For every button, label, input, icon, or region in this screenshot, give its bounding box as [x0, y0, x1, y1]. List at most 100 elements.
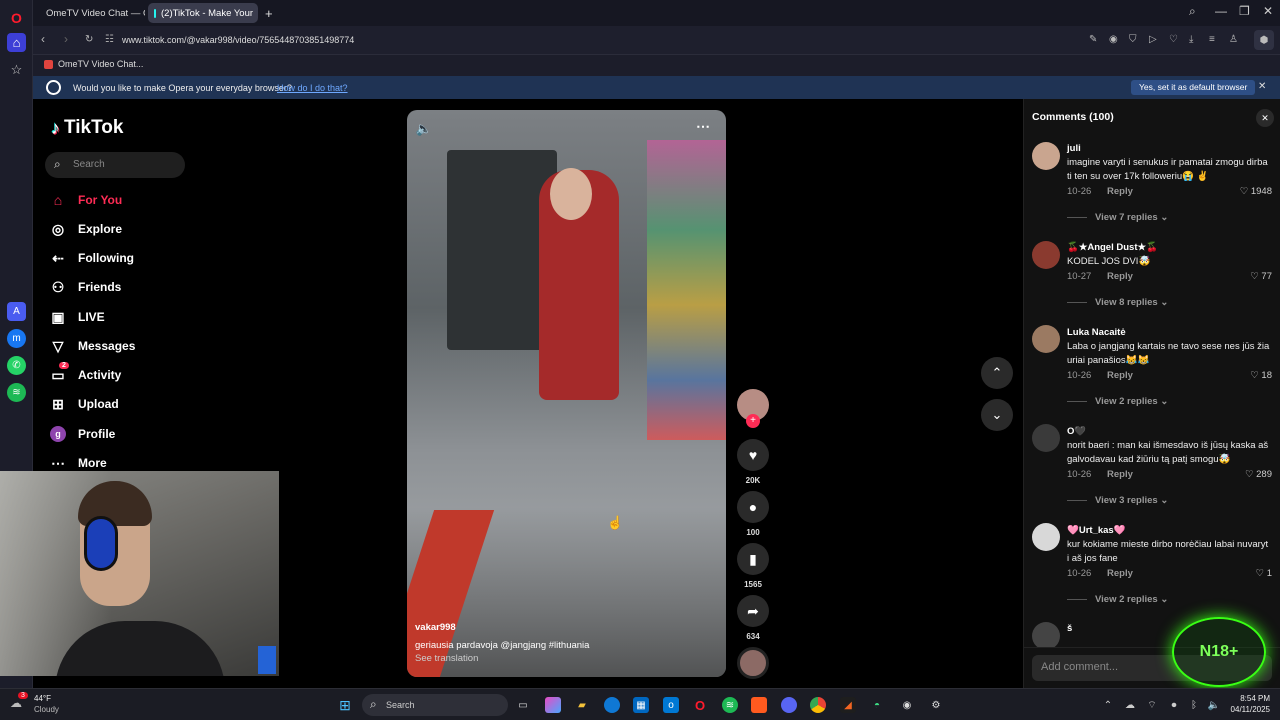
network-icon[interactable]: ☁	[1122, 697, 1138, 713]
shield-icon[interactable]: ⛉	[1129, 34, 1137, 45]
file-explorer-icon[interactable]: ▰	[574, 697, 590, 713]
bookmark-ometv[interactable]: OmeTV Video Chat...	[44, 59, 143, 69]
edit-icon[interactable]: ✎	[1089, 34, 1097, 45]
opera-taskbar-icon[interactable]: O	[692, 697, 708, 713]
search-input[interactable]: ⌕ Search	[45, 152, 185, 178]
play-icon[interactable]: ▷	[1149, 34, 1157, 45]
comment-author[interactable]: O🖤	[1067, 426, 1086, 437]
avatar[interactable]	[1032, 325, 1060, 353]
outlook-icon[interactable]: o	[663, 697, 679, 713]
bluetooth-icon[interactable]: ᛒ	[1186, 697, 1202, 713]
download-icon[interactable]: ⤓	[1189, 34, 1193, 45]
chrome-icon[interactable]	[810, 697, 826, 713]
clock-date[interactable]: 04/11/2025	[1222, 705, 1270, 714]
store-icon[interactable]: ▦	[633, 697, 649, 713]
clock-time[interactable]: 8:54 PM	[1222, 694, 1270, 703]
avatar[interactable]	[1032, 523, 1060, 551]
copilot-icon[interactable]	[545, 697, 561, 713]
heart-icon[interactable]: ♡	[1169, 34, 1178, 45]
app-circle-icon[interactable]: ◉	[899, 697, 915, 713]
task-view-icon[interactable]: ▭	[515, 697, 531, 713]
aria-icon[interactable]: A	[7, 302, 26, 321]
close-notice-icon[interactable]: ✕	[1258, 81, 1266, 92]
avatar[interactable]	[1032, 142, 1060, 170]
edge-icon[interactable]	[604, 697, 620, 713]
back-icon[interactable]: ‹	[41, 32, 45, 46]
volume-icon[interactable]: 🔈	[413, 118, 435, 140]
view-replies-button[interactable]: View 3 replies ⌄	[1067, 495, 1168, 506]
maximize-button[interactable]: ❐	[1239, 4, 1250, 18]
set-default-button[interactable]: Yes, set it as default browser	[1131, 80, 1256, 95]
share-button[interactable]: ➦	[737, 595, 769, 627]
android-icon[interactable]: ◓	[869, 697, 885, 713]
tab-tiktok[interactable]: (2)TikTok - Make Your	[148, 3, 258, 23]
see-translation-link[interactable]: See translation	[415, 653, 478, 664]
view-replies-button[interactable]: View 2 replies ⌄	[1067, 594, 1168, 605]
comment-like[interactable]: ♡ 289	[1245, 469, 1272, 480]
profile-icon[interactable]: ♙	[1229, 34, 1238, 45]
video-author[interactable]: vakar998	[415, 622, 456, 633]
reply-button[interactable]: Reply	[1107, 469, 1133, 480]
comment-author[interactable]: š	[1067, 623, 1072, 634]
comment-like[interactable]: ♡ 18	[1250, 370, 1272, 381]
camera-icon[interactable]: ◉	[1109, 34, 1118, 45]
nav-following[interactable]: ⇠ Following	[50, 247, 134, 269]
reply-button[interactable]: Reply	[1107, 186, 1133, 197]
windows-start-icon[interactable]: ⊞	[337, 697, 353, 713]
avatar[interactable]	[1032, 241, 1060, 269]
previous-video-button[interactable]: ⌃	[981, 357, 1013, 389]
comment-author[interactable]: juli	[1067, 143, 1081, 154]
messenger-icon[interactable]: m	[7, 329, 26, 348]
wifi-icon[interactable]: ⌔	[1144, 697, 1160, 713]
comment-like[interactable]: ♡ 1	[1256, 568, 1272, 579]
url-field[interactable]: www.tiktok.com/@vakar998/video/756544870…	[122, 35, 354, 45]
opera-logo-icon[interactable]: O	[7, 8, 26, 27]
next-video-button[interactable]: ⌄	[981, 399, 1013, 431]
view-replies-button[interactable]: View 7 replies ⌄	[1067, 212, 1168, 223]
opera-gx-icon[interactable]	[751, 697, 767, 713]
home-icon[interactable]: ⌂	[7, 33, 26, 52]
comment-author[interactable]: Luka Nacaitė	[1067, 327, 1126, 338]
spotify-taskbar-icon[interactable]: ≋	[722, 697, 738, 713]
like-button[interactable]: ♥	[737, 439, 769, 471]
nav-friends[interactable]: ⚇ Friends	[50, 276, 122, 298]
search-tabs-icon[interactable]: ⌕	[1189, 4, 1196, 19]
mic-icon[interactable]: ⏺	[1166, 697, 1182, 713]
settings-icon[interactable]: ⚙	[928, 697, 944, 713]
whatsapp-icon[interactable]: ✆	[7, 356, 26, 375]
avatar[interactable]	[1032, 424, 1060, 452]
reply-button[interactable]: Reply	[1107, 370, 1133, 381]
discord-icon[interactable]	[781, 697, 797, 713]
reload-icon[interactable]: ↻	[85, 34, 93, 45]
bookmark-star-icon[interactable]: ☆	[7, 60, 26, 79]
view-replies-button[interactable]: View 8 replies ⌄	[1067, 297, 1168, 308]
video-player[interactable]: 🔈 ⋯ ☝ vakar998 geriausia pardavoja @jang…	[407, 110, 726, 677]
new-tab-button[interactable]: +	[259, 3, 279, 23]
app-icon[interactable]: ◢	[840, 697, 856, 713]
sound-disc[interactable]	[737, 647, 769, 679]
more-options-icon[interactable]: ⋯	[696, 118, 710, 135]
follow-plus-icon[interactable]: +	[746, 414, 760, 428]
spotify-icon[interactable]: ≋	[7, 383, 26, 402]
minimize-button[interactable]: —	[1215, 4, 1227, 18]
nav-for-you[interactable]: ⌂ For You	[50, 189, 122, 211]
nav-profile[interactable]: g Profile	[50, 423, 115, 445]
nav-activity[interactable]: ▭ 2 Activity	[50, 361, 121, 386]
comment-author[interactable]: 🍒★Angel Dust★🍒	[1067, 242, 1158, 253]
view-replies-button[interactable]: View 2 replies ⌄	[1067, 396, 1168, 407]
nav-upload[interactable]: ⊞ Upload	[50, 393, 119, 415]
reply-button[interactable]: Reply	[1107, 271, 1133, 282]
comment-like[interactable]: ♡ 1948	[1240, 186, 1272, 197]
volume-icon[interactable]: 🔈	[1206, 697, 1222, 713]
forward-icon[interactable]: ›	[64, 32, 68, 46]
menu-icon[interactable]: ≡	[1209, 34, 1215, 45]
weather-widget[interactable]: ☁ 3	[10, 692, 30, 714]
comment-author[interactable]: 🩷Urt_kas🩷	[1067, 525, 1126, 536]
nav-explore[interactable]: ◎ Explore	[50, 218, 122, 240]
close-window-button[interactable]: ✕	[1263, 4, 1273, 18]
tray-chevron-icon[interactable]: ⌃	[1100, 697, 1116, 713]
site-info-icon[interactable]: ☷	[105, 34, 114, 45]
reply-button[interactable]: Reply	[1107, 568, 1133, 579]
close-comments-icon[interactable]: ✕	[1256, 109, 1274, 127]
comment-button[interactable]: ●	[737, 491, 769, 523]
